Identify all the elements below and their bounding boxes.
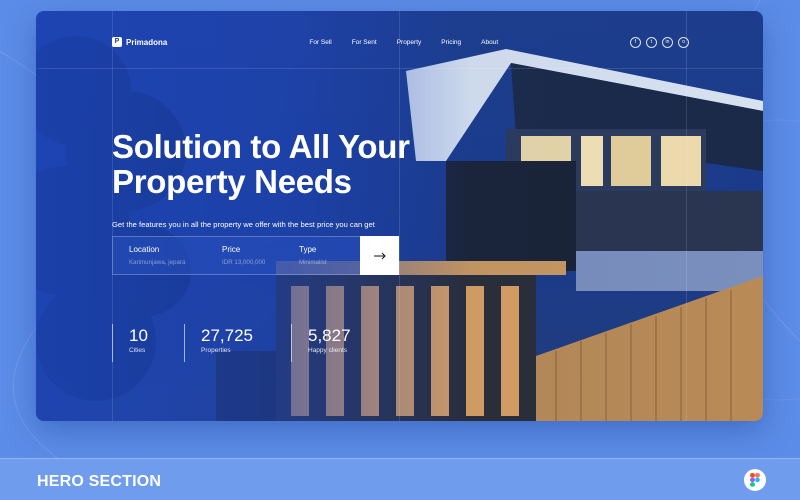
- price-label: Price: [222, 245, 241, 254]
- stat-cities: 10 Cities: [112, 324, 184, 362]
- stat-value: 27,725: [201, 326, 253, 345]
- grid-line: [36, 68, 763, 69]
- price-value: IDR 13,000,000: [222, 259, 266, 266]
- type-value: Minimalist: [299, 259, 327, 266]
- stat-properties: 27,725 Properties: [184, 324, 291, 362]
- stats-row: 10 Cities 27,725 Properties 5,827 Happy …: [112, 324, 381, 362]
- nav-menu: For Sell For Sent Property Pricing About: [309, 39, 498, 46]
- figma-logo-icon: [750, 473, 760, 487]
- twitter-icon[interactable]: t: [646, 36, 657, 48]
- location-label: Location: [129, 245, 160, 254]
- type-label: Type: [299, 245, 317, 254]
- facebook-icon[interactable]: f: [630, 36, 641, 48]
- brand-logo[interactable]: P Primadona: [112, 37, 167, 47]
- property-search-bar: Location Karimunjawa, jepara Price IDR 1…: [112, 236, 399, 275]
- instagram-icon[interactable]: o: [678, 36, 689, 48]
- arrow-right-icon: [373, 252, 386, 259]
- stat-label: Properties: [201, 347, 231, 354]
- stat-value: 10: [129, 326, 148, 345]
- location-value: Karimunjawa, jepara: [129, 259, 186, 266]
- location-field[interactable]: Location Karimunjawa, jepara: [113, 237, 206, 274]
- hero-title: Solution to All Your Property Needs: [112, 129, 410, 199]
- brand-name: Primadona: [126, 37, 168, 47]
- stat-label: Happy clients: [308, 347, 348, 354]
- grid-line: [686, 11, 687, 421]
- grid-line: [399, 11, 400, 421]
- hero-title-line1: Solution to All Your: [112, 128, 410, 165]
- footer-bar: HERO SECTION: [0, 458, 800, 500]
- hero-subtitle: Get the features you in all the property…: [112, 220, 375, 229]
- logo-icon: P: [112, 37, 122, 47]
- stat-happy-clients: 5,827 Happy clients: [291, 324, 381, 362]
- nav-item-property[interactable]: Property: [397, 39, 422, 46]
- top-nav: P Primadona For Sell For Sent Property P…: [112, 35, 689, 49]
- linkedin-icon[interactable]: in: [662, 36, 673, 48]
- hero-title-line2: Property Needs: [112, 163, 352, 200]
- nav-item-for-sell[interactable]: For Sell: [309, 39, 331, 46]
- nav-item-pricing[interactable]: Pricing: [441, 39, 461, 46]
- stat-label: Cities: [129, 347, 146, 354]
- type-field[interactable]: Type Minimalist: [283, 237, 353, 274]
- nav-item-for-sent[interactable]: For Sent: [352, 39, 377, 46]
- search-submit-button[interactable]: [360, 236, 399, 275]
- hero-card: P Primadona For Sell For Sent Property P…: [36, 11, 763, 421]
- nav-item-about[interactable]: About: [481, 39, 498, 46]
- stat-value: 5,827: [308, 326, 351, 345]
- social-links: f t in o: [630, 36, 689, 48]
- price-field[interactable]: Price IDR 13,000,000: [206, 237, 283, 274]
- section-title: HERO SECTION: [37, 473, 162, 490]
- figma-icon[interactable]: [744, 469, 766, 491]
